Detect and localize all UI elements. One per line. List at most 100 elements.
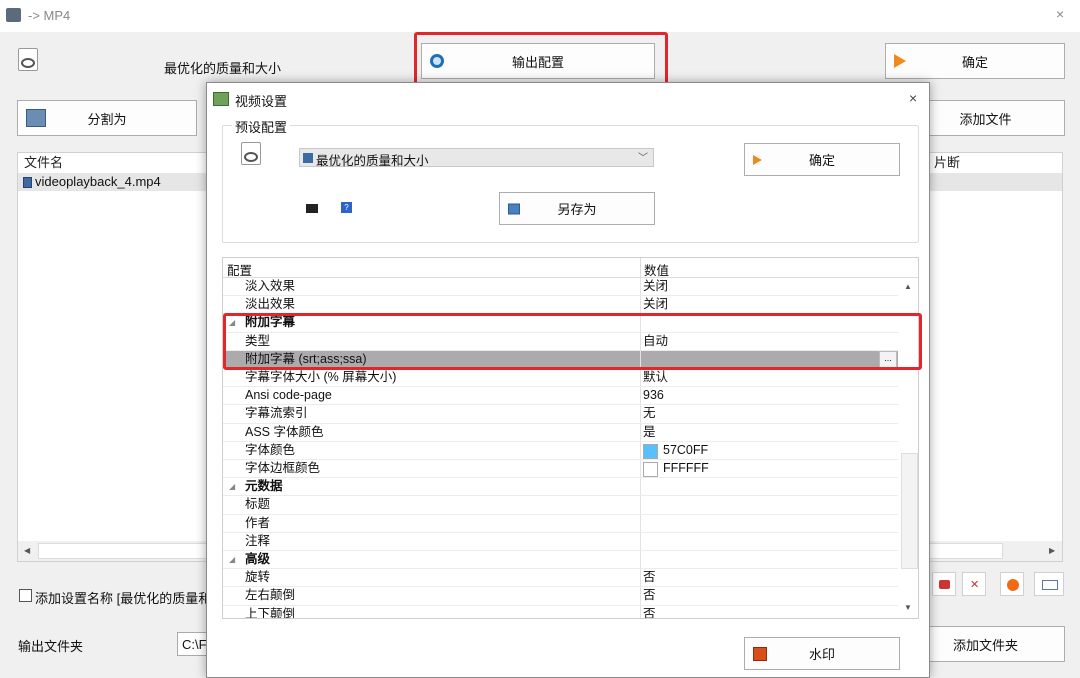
watermark-label: 水印 [808,647,835,662]
grid-row-value: 默认 [643,370,669,384]
grid-row-key: ASS 字体颜色 [245,424,324,439]
color-swatch[interactable] [643,462,658,477]
grid-row-key: 淡出效果 [245,297,296,312]
scroll-down-icon[interactable]: ▼ [904,603,912,612]
dialog-icon [213,92,229,106]
film-icon [303,153,313,163]
save-as-button[interactable]: 另存为 [499,192,655,225]
grid-header: 配置 数值 [223,258,918,278]
grid-row-value: 关闭 [643,297,669,312]
grid-row-value: 无 [643,406,656,421]
highlight-subtitle-section [223,313,922,370]
mp4-icon [241,142,261,165]
grid-row-key: 旋转 [245,570,271,585]
scroll-left-icon[interactable]: ◀ [24,546,30,555]
clear-icon[interactable]: ✕ [962,572,986,596]
grid-row-key: 字幕流索引 [245,406,308,421]
dialog-ok-button[interactable]: 确定 [744,143,900,176]
output-folder-label: 输出文件夹 [18,639,84,654]
dialog-title: 视频设置 [235,94,288,109]
window-close-button[interactable]: × [1056,6,1064,22]
file-name: videoplayback_4.mp4 [35,174,161,189]
mp4-icon [18,48,38,71]
grid-row-key: 淡入效果 [245,279,296,293]
color-swatch[interactable] [643,443,658,459]
grid-row[interactable]: 淡入效果 关闭 [223,278,898,297]
add-folder-label: 添加文件夹 [952,637,1018,653]
ok-label: 确定 [961,54,988,70]
grid-row-key: 高级 [245,552,271,566]
help-icon[interactable]: ? [341,202,352,213]
preset-select[interactable]: 最优化的质量和大小 ﹀ [299,148,654,168]
remove-icon[interactable] [932,572,956,596]
save-as-label: 另存为 [557,202,597,217]
grid-row[interactable]: 上下颠倒 否 [223,605,898,619]
grid-row[interactable]: 字幕字体大小 (% 屏幕大小) 默认 [223,369,898,388]
chevron-down-icon: ﹀ [638,153,648,164]
grid-row-key: 上下颠倒 [245,606,296,619]
watermark-button[interactable]: 水印 [744,637,900,670]
grid-row[interactable]: ◢ 高级 [223,551,898,570]
grid-row-key: 标题 [245,497,271,512]
add-setting-name-label: 添加设置名称 [最优化的质量和大 [35,591,225,606]
video-settings-dialog: 视频设置 × 预设配置 最优化的质量和大小 ﹀ ? 确定 另存为 配置 数值 淡… [206,82,930,678]
grid-row-value: 否 [643,570,656,585]
grid-row[interactable]: 左右颠倒 否 [223,587,898,606]
grid-row-key: 元数据 [245,479,283,494]
arrow-right-icon [753,154,762,165]
col-header-filename[interactable]: 文件名 [20,153,63,173]
grid-row-key: 字体颜色 [245,442,296,457]
grid-row[interactable]: 注释 [223,532,898,551]
grid-row-key: 字体边框颜色 [245,461,321,475]
title-bar: -> MP4 × [0,0,1080,32]
grid-row-key: 注释 [245,533,271,548]
dialog-close-button[interactable]: × [909,90,917,106]
grid-row-value: 否 [643,588,656,603]
grid-row-value: 936 [643,388,664,403]
app-icon [6,8,21,22]
grid-row[interactable]: 字幕流索引 无 [223,405,898,424]
grid-row-value: 是 [643,424,656,439]
output-folder-value: C:\F [182,637,207,652]
property-grid: 配置 数值 淡入效果 关闭 淡出效果 关闭 ◢ 附加字幕 类型 自动 附加字幕 (srt;ass… [222,257,919,619]
scroll-right-icon[interactable]: ▶ [1049,546,1055,555]
grid-row[interactable]: 字体颜色 57C0FF [223,441,898,460]
split-label: 分割为 [87,111,127,127]
grid-row-value: 57C0FF [663,442,709,457]
grid-row[interactable]: Ansi code-page 936 [223,387,898,406]
grid-row-key: Ansi code-page [245,388,332,403]
grid-row[interactable]: 淡出效果 关闭 [223,296,898,315]
col-header-segment[interactable]: 片断 [930,153,960,173]
console-icon[interactable] [306,204,318,213]
arrow-right-icon [894,54,906,68]
add-setting-name-checkbox[interactable] [19,589,32,602]
grid-row[interactable]: ◢ 元数据 [223,478,898,497]
preset-select-value: 最优化的质量和大小 [316,154,429,168]
preset-text: 最优化的质量和大小 [164,61,282,76]
grid-row[interactable]: 作者 [223,514,898,533]
grid-row[interactable]: 旋转 否 [223,569,898,588]
info-icon[interactable] [1034,572,1064,596]
grid-row-value: 关闭 [643,279,669,293]
collapse-icon[interactable]: ◢ [229,551,235,568]
ok-button[interactable]: 确定 [885,43,1065,79]
scroll-thumb[interactable] [901,453,918,569]
play-icon[interactable] [1000,572,1024,596]
add-file-label: 添加文件 [959,111,1012,127]
collapse-icon[interactable]: ◢ [229,478,235,495]
window-title: -> MP4 [28,8,71,23]
save-icon [508,203,520,214]
grid-header-key: 配置 [227,264,253,278]
watermark-icon [753,646,767,661]
grid-row-value: FFFFFF [663,461,709,475]
split-button[interactable]: 分割为 [17,100,197,136]
preset-group-label: 预设配置 [232,117,291,136]
film-icon [23,177,32,188]
grid-row[interactable]: 标题 [223,496,898,515]
scroll-up-icon[interactable]: ▲ [904,282,912,291]
grid-row[interactable]: ASS 字体颜色 是 [223,423,898,442]
grid-row[interactable]: 字体边框颜色 FFFFFF [223,460,898,479]
grid-row-key: 字幕字体大小 (% 屏幕大小) [245,370,397,384]
preset-group: 预设配置 最优化的质量和大小 ﹀ ? 确定 另存为 [222,117,919,243]
dialog-ok-label: 确定 [808,153,835,168]
